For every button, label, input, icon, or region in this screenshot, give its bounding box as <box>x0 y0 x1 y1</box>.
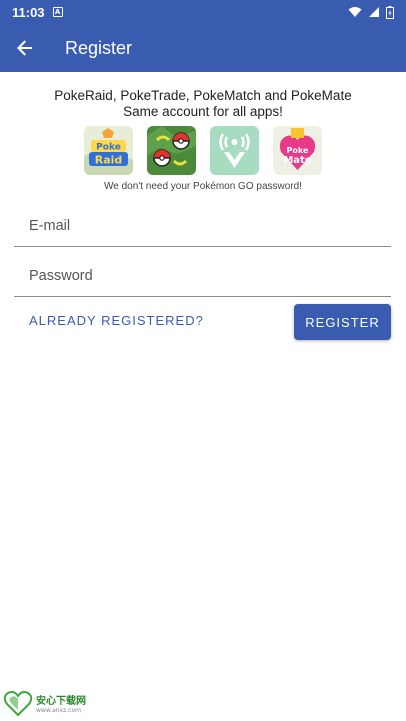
status-time: 11:03 <box>12 4 45 20</box>
pokeraid-logo-text-raid: Raid <box>95 154 123 167</box>
heart-logo-icon <box>4 691 32 716</box>
poketrade-app-icon <box>147 126 196 175</box>
password-input[interactable] <box>14 255 391 296</box>
watermark-url: www.anxz.com <box>36 707 81 714</box>
email-input[interactable] <box>14 205 391 246</box>
arrow-left-icon <box>17 40 32 56</box>
pokeraid-logo-text-poke: Poke <box>96 143 121 153</box>
app-bar: Register <box>0 24 406 72</box>
watermark-text: 安心下载网 www.anxz.com <box>36 692 86 714</box>
pokemate-logo-text-poke: Poke <box>287 146 309 155</box>
watermark-title: 安心下载网 <box>36 696 86 707</box>
password-disclaimer: We don't need your Pokémon GO password! <box>104 181 302 192</box>
signal-icon <box>369 7 379 17</box>
battery-icon <box>386 5 394 19</box>
wifi-icon <box>348 7 362 17</box>
email-field <box>14 205 391 247</box>
password-field <box>14 255 391 297</box>
intro-line-apps: PokeRaid, PokeTrade, PokeMatch and PokeM… <box>54 88 352 103</box>
pokematch-app-icon <box>210 126 259 175</box>
already-registered-link[interactable]: ALREADY REGISTERED? <box>29 313 204 328</box>
back-button[interactable] <box>0 24 50 72</box>
app-icons-row: Poke Raid Poke Mate <box>0 126 406 175</box>
status-bar: 11:03 A <box>0 0 406 24</box>
page-title: Register <box>65 37 133 58</box>
sim-icon: A <box>52 7 63 17</box>
pokeraid-app-icon: Poke Raid <box>84 126 133 175</box>
watermark: 安心下载网 www.anxz.com <box>4 690 86 716</box>
pokemate-logo-text-mate: Mate <box>283 155 311 166</box>
intro-line-same-account: Same account for all apps! <box>123 104 283 119</box>
register-button[interactable]: REGISTER <box>294 304 391 340</box>
status-icons <box>348 5 394 19</box>
pokemate-app-icon: Poke Mate <box>273 126 322 175</box>
intro-text: PokeRaid, PokeTrade, PokeMatch and PokeM… <box>0 88 406 120</box>
